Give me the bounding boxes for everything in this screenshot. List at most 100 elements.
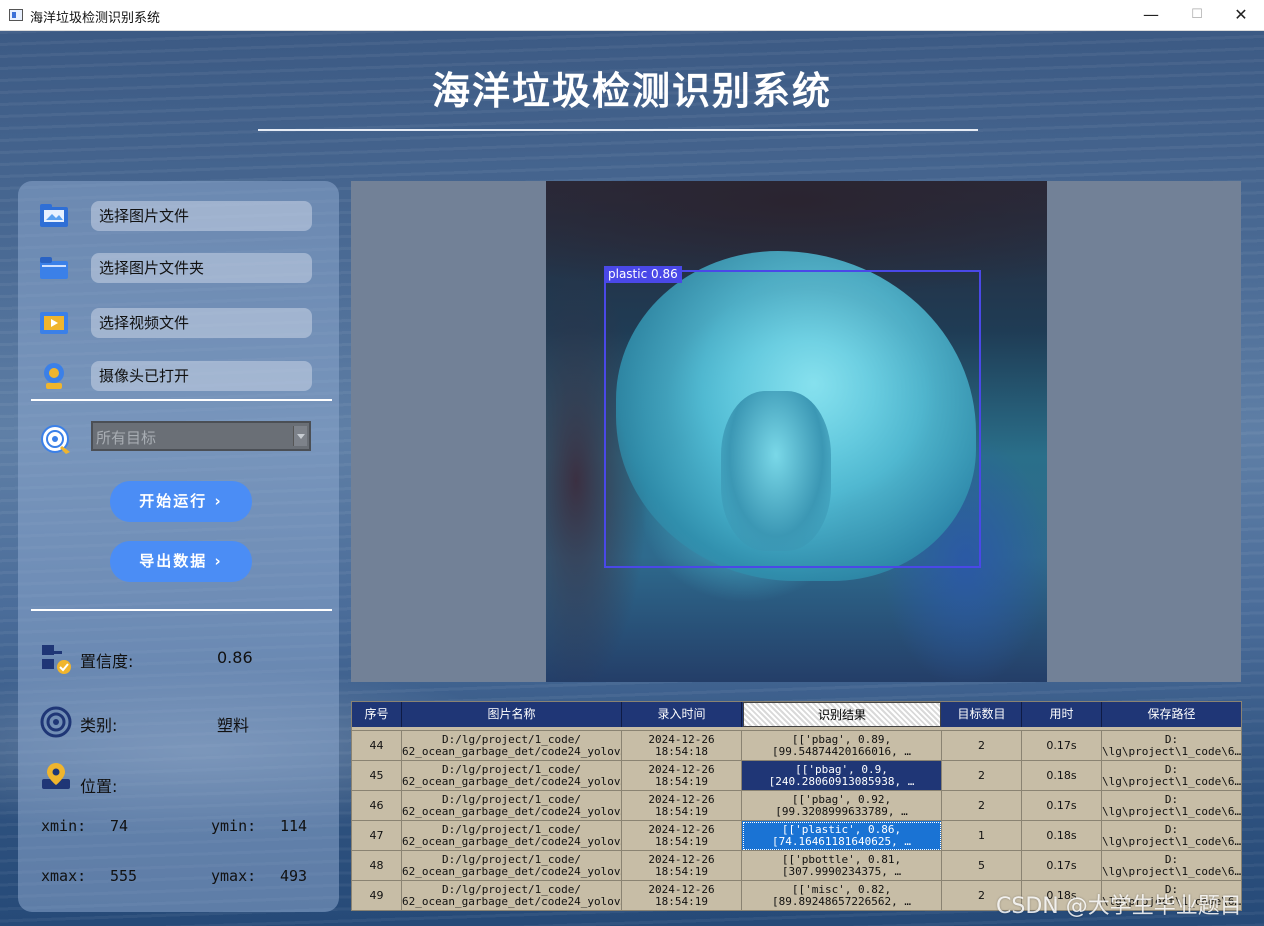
detection-box — [604, 270, 981, 568]
xmax-value: 555 — [110, 867, 138, 885]
col-header-path[interactable]: 保存路径 — [1102, 702, 1241, 727]
export-button[interactable]: 导出数据 › — [110, 541, 252, 582]
table-row[interactable]: 46 D:/lg/project/1_code/62_ocean_garbage_… — [352, 790, 1241, 821]
cell-result-line: [307.9990234375, … — [781, 865, 902, 878]
position-label: 位置: — [80, 777, 118, 796]
run-button[interactable]: 开始运行 › — [110, 481, 252, 522]
xmin-value: 74 — [110, 817, 129, 835]
cell-result[interactable]: [['pbottle', 0.81, [307.9990234375, … — [742, 851, 942, 881]
chevron-down-icon[interactable] — [293, 426, 307, 446]
panel-divider — [31, 399, 332, 401]
cell-result[interactable]: [['pbag', 0.92, [99.3208999633789, … — [742, 791, 942, 821]
image-folder-icon — [40, 204, 68, 227]
cell-time[interactable]: 2024-12-26 18:54:18 — [622, 731, 742, 761]
cell-name[interactable]: D:/lg/project/1_code/62_ocean_garbage_de… — [402, 731, 622, 761]
window-title: 海洋垃圾检测识别系统 — [30, 11, 161, 26]
camera-button[interactable]: 摄像头已打开 — [91, 361, 312, 391]
folder-icon — [40, 257, 68, 279]
cell-id[interactable]: 45 — [352, 761, 402, 791]
maximize-button[interactable]: ☐ — [1174, 0, 1220, 31]
cell-time-line: 18:54:19 — [655, 775, 708, 788]
cell-result[interactable]: [['pbag', 0.9, [240.28060913085938, … — [742, 761, 942, 791]
table-row[interactable]: 45 D:/lg/project/1_code/62_ocean_garbage_… — [352, 760, 1241, 791]
cell-name[interactable]: D:/lg/project/1_code/62_ocean_garbage_de… — [402, 821, 622, 851]
cell-time-line: 18:54:19 — [655, 895, 708, 908]
table-row[interactable]: 47 D:/lg/project/1_code/62_ocean_garbage_… — [352, 820, 1241, 851]
target-icon — [41, 425, 70, 454]
page-title: 海洋垃圾检测识别系统 — [431, 69, 832, 113]
cell-path[interactable]: D: \lg\project\1_code\6… — [1102, 761, 1241, 791]
cell-count[interactable]: 2 — [942, 761, 1022, 791]
cell-name[interactable]: D:/lg/project/1_code/62_ocean_garbage_de… — [402, 881, 622, 911]
image-display: plastic 0.86 — [351, 181, 1241, 682]
cell-count[interactable]: 1 — [942, 821, 1022, 851]
video-icon — [40, 312, 68, 334]
minimize-button[interactable]: — — [1128, 0, 1174, 31]
results-table[interactable]: 序号 图片名称 录入时间 识别结果 目标数目 用时 保存路径 44 D:/lg/p… — [351, 701, 1242, 911]
table-row[interactable]: 44 D:/lg/project/1_code/62_ocean_garbage_… — [352, 730, 1241, 761]
col-header-name[interactable]: 图片名称 — [402, 702, 622, 727]
cell-name[interactable]: D:/lg/project/1_code/62_ocean_garbage_de… — [402, 761, 622, 791]
cell-id[interactable]: 44 — [352, 731, 402, 761]
cell-name-line: 62_ocean_garbage_det/code24_yolov… — [402, 745, 622, 758]
col-header-duration[interactable]: 用时 — [1022, 702, 1102, 727]
cell-time[interactable]: 2024-12-26 18:54:19 — [622, 791, 742, 821]
detection-label: plastic 0.86 — [604, 266, 682, 283]
watermark: CSDN @大学生毕业题目 — [996, 894, 1242, 919]
cell-name-line: 62_ocean_garbage_det/code24_yolov… — [402, 865, 622, 878]
col-header-result[interactable]: 识别结果 — [743, 702, 941, 727]
select-folder-row: 选择图片文件夹 — [18, 253, 339, 287]
confidence-value: 0.86 — [217, 648, 253, 667]
cell-count[interactable]: 2 — [942, 791, 1022, 821]
col-header-time[interactable]: 录入时间 — [622, 702, 742, 727]
select-video-button[interactable]: 选择视频文件 — [91, 308, 312, 338]
select-image-button[interactable]: 选择图片文件 — [91, 201, 312, 231]
cell-path[interactable]: D: \lg\project\1_code\6… — [1102, 821, 1241, 851]
cell-path-line: \lg\project\1_code\6… — [1102, 745, 1241, 758]
category-label: 类别: — [80, 716, 118, 735]
cell-time-line: 18:54:19 — [655, 865, 708, 878]
cell-duration[interactable]: 0.17s — [1022, 731, 1102, 761]
select-folder-button[interactable]: 选择图片文件夹 — [91, 253, 312, 283]
cell-time[interactable]: 2024-12-26 18:54:19 — [622, 881, 742, 911]
category-icon — [40, 706, 72, 738]
cell-path[interactable]: D: \lg\project\1_code\6… — [1102, 851, 1241, 881]
cell-path-line: \lg\project\1_code\6… — [1102, 865, 1241, 878]
target-select-value: 所有目标 — [96, 429, 157, 447]
app-icon — [9, 9, 23, 21]
col-header-count[interactable]: 目标数目 — [942, 702, 1022, 727]
cell-time-line: 18:54:18 — [655, 745, 708, 758]
table-row[interactable]: 48 D:/lg/project/1_code/62_ocean_garbage_… — [352, 850, 1241, 881]
close-button[interactable]: ✕ — [1218, 0, 1264, 31]
cell-result[interactable]: [['pbag', 0.89, [99.54874420166016, … — [742, 731, 942, 761]
cell-result-line: [74.16461181640625, … — [771, 835, 912, 848]
cell-count[interactable]: 2 — [942, 731, 1022, 761]
cell-time-line: 18:54:19 — [655, 805, 708, 818]
cell-time[interactable]: 2024-12-26 18:54:19 — [622, 851, 742, 881]
cell-result[interactable]: [['plastic', 0.86, [74.16461181640625, … — [742, 821, 942, 851]
cell-path[interactable]: D: \lg\project\1_code\6… — [1102, 791, 1241, 821]
target-select[interactable]: 所有目标 — [91, 421, 311, 451]
panel-divider-2 — [31, 609, 332, 611]
detected-image: plastic 0.86 — [546, 181, 1047, 682]
cell-id[interactable]: 47 — [352, 821, 402, 851]
cell-path[interactable]: D: \lg\project\1_code\6… — [1102, 731, 1241, 761]
cell-duration[interactable]: 0.17s — [1022, 851, 1102, 881]
cell-duration[interactable]: 0.18s — [1022, 821, 1102, 851]
cell-duration[interactable]: 0.17s — [1022, 791, 1102, 821]
location-icon — [42, 763, 70, 789]
cell-id[interactable]: 46 — [352, 791, 402, 821]
cell-path-line: \lg\project\1_code\6… — [1102, 835, 1241, 848]
cell-name[interactable]: D:/lg/project/1_code/62_ocean_garbage_de… — [402, 791, 622, 821]
cell-name[interactable]: D:/lg/project/1_code/62_ocean_garbage_de… — [402, 851, 622, 881]
cell-path-line: \lg\project\1_code\6… — [1102, 775, 1241, 788]
cell-time[interactable]: 2024-12-26 18:54:19 — [622, 821, 742, 851]
cell-result-line: [89.89248657226562, … — [771, 895, 912, 908]
col-header-id[interactable]: 序号 — [352, 702, 402, 727]
cell-time[interactable]: 2024-12-26 18:54:19 — [622, 761, 742, 791]
cell-result[interactable]: [['misc', 0.82, [89.89248657226562, … — [742, 881, 942, 911]
cell-id[interactable]: 48 — [352, 851, 402, 881]
cell-count[interactable]: 5 — [942, 851, 1022, 881]
cell-id[interactable]: 49 — [352, 881, 402, 911]
cell-duration[interactable]: 0.18s — [1022, 761, 1102, 791]
